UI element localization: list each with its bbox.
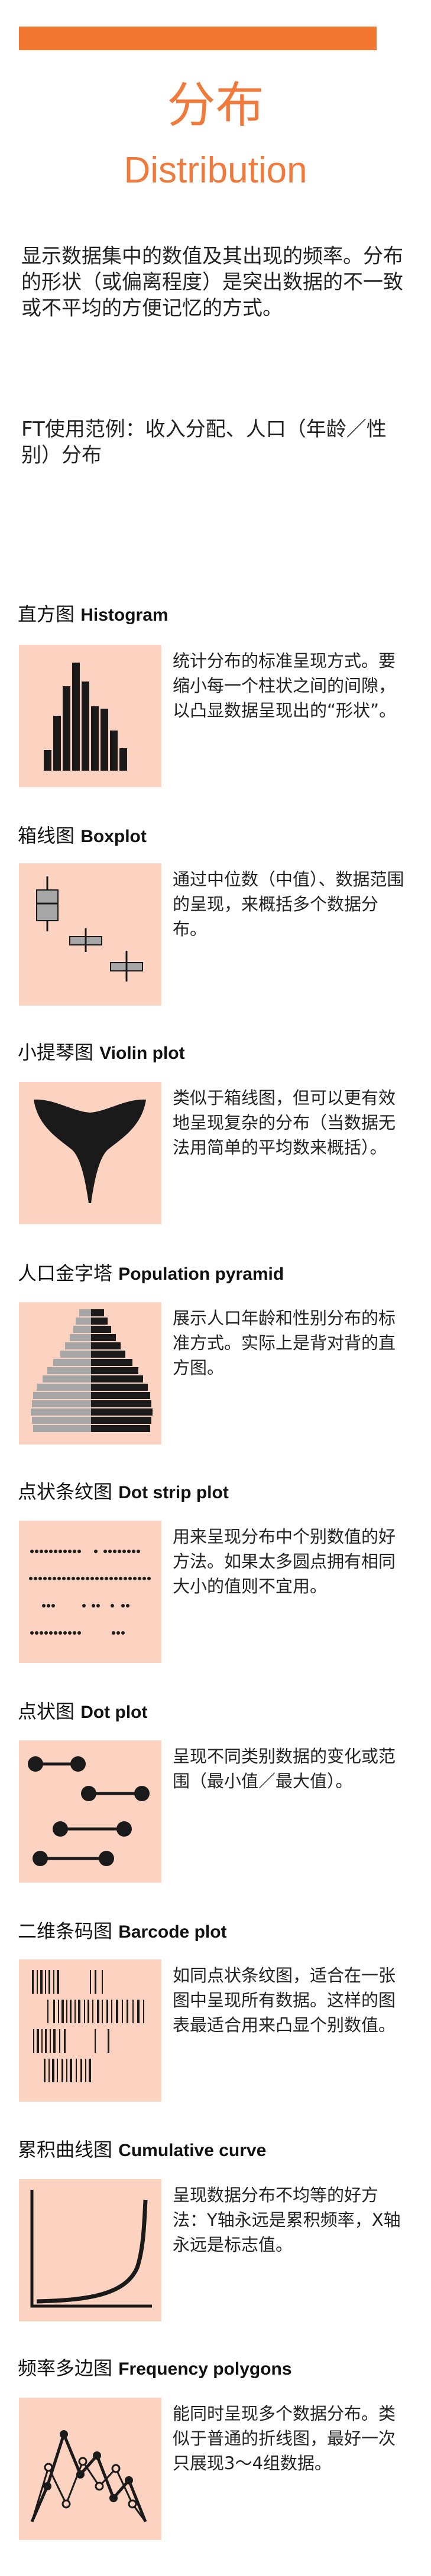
barcode-plot-icon xyxy=(19,1959,161,2102)
boxplot-description: 通过中位数（中值）、数据范围的呈现，来概括多个数据分布。 xyxy=(173,869,404,939)
section-title-boxplot: 箱线图 Boxplot xyxy=(18,824,147,849)
barcode-plot-description: 如同点状条纹图，适合在一张图中呈现所有数据。这样的图表最适合用来凸显个别数值。 xyxy=(173,1965,396,2035)
histogram-description: 统计分布的标准呈现方式。要缩小每一个柱状之间的间隙，以凸显数据呈现出的“形状”。 xyxy=(173,651,397,720)
dot-strip-plot-description: 用来呈现分布中个别数值的好方法。如果太多圆点拥有相同大小的值则不宜用。 xyxy=(173,1527,396,1596)
section-title-zh: 箱线图 xyxy=(18,824,75,847)
section-title-en: Barcode plot xyxy=(118,1922,227,1942)
cumulative-curve-description: 呈现数据分布不均等的好方法：Y轴永远是累积频率，X轴永远是标志值。 xyxy=(173,2185,401,2255)
header-accent-bar xyxy=(19,27,377,50)
section-title-en: Population pyramid xyxy=(118,1264,284,1284)
dot-plot-icon xyxy=(19,1740,161,1883)
section-title-zh: 直方图 xyxy=(18,603,75,625)
histogram-icon xyxy=(19,645,161,787)
violin-plot-icon xyxy=(19,1082,161,1224)
section-title-frequency-polygons: 频率多边图 Frequency polygons xyxy=(18,2356,292,2381)
section-title-en: Frequency polygons xyxy=(118,2359,292,2379)
population-pyramid-description: 展示人口年龄和性别分布的标准方式。实际上是背对背的直方图。 xyxy=(173,1308,396,1378)
section-title-violin-plot: 小提琴图 Violin plot xyxy=(18,1041,185,1065)
section-title-histogram: 直方图 Histogram xyxy=(18,602,168,627)
section-title-en: Boxplot xyxy=(80,827,147,846)
section-title-zh: 点状条纹图 xyxy=(18,1481,113,1503)
cumulative-curve-icon xyxy=(19,2179,161,2321)
section-title-dot-strip-plot: 点状条纹图 Dot strip plot xyxy=(18,1480,229,1505)
section-title-en: Cumulative curve xyxy=(118,2141,267,2160)
section-title-cumulative-curve: 累积曲线图 Cumulative curve xyxy=(18,2138,266,2163)
section-title-zh: 频率多边图 xyxy=(18,2357,113,2379)
dot-strip-plot-icon xyxy=(19,1521,161,1663)
section-title-zh: 点状图 xyxy=(18,1700,75,1723)
section-title-en: Dot strip plot xyxy=(118,1483,229,1502)
section-title-barcode-plot: 二维条码图 Barcode plot xyxy=(18,1919,227,1944)
page-title-en: Distribution xyxy=(124,150,307,191)
section-title-zh: 二维条码图 xyxy=(18,1920,113,1942)
population-pyramid-icon xyxy=(19,1302,161,1444)
section-title-dot-plot: 点状图 Dot plot xyxy=(18,1700,147,1724)
usage-example: FT使用范例：收入分配、人口（年龄／性别）分布 xyxy=(21,418,387,467)
frequency-polygons-description: 能同时呈现多个数据分布。类似于普通的折线图，最好一次只展现3～4组数据。 xyxy=(173,2404,396,2473)
intro-text: 显示数据集中的数值及其出现的频率。分布的形状（或偏离程度）是突出数据的不一致或不… xyxy=(21,244,403,320)
boxplot-icon xyxy=(19,863,161,1006)
frequency-polygons-icon xyxy=(19,2398,161,2540)
section-title-en: Dot plot xyxy=(80,1703,148,1722)
section-title-population-pyramid: 人口金字塔 Population pyramid xyxy=(18,1261,284,1286)
section-title-zh: 人口金字塔 xyxy=(18,1262,113,1284)
page-title-zh: 分布 xyxy=(167,77,264,133)
section-title-zh: 小提琴图 xyxy=(18,1041,94,1064)
section-title-en: Violin plot xyxy=(99,1044,185,1063)
section-title-zh: 累积曲线图 xyxy=(18,2138,113,2161)
dot-plot-description: 呈现不同类别数据的变化或范围（最小值／最大值）。 xyxy=(173,1746,396,1791)
violin-plot-description: 类似于箱线图，但可以更有效地呈现复杂的分布（当数据无法用简单的平均数来概括）。 xyxy=(173,1088,396,1157)
section-title-en: Histogram xyxy=(80,605,168,625)
